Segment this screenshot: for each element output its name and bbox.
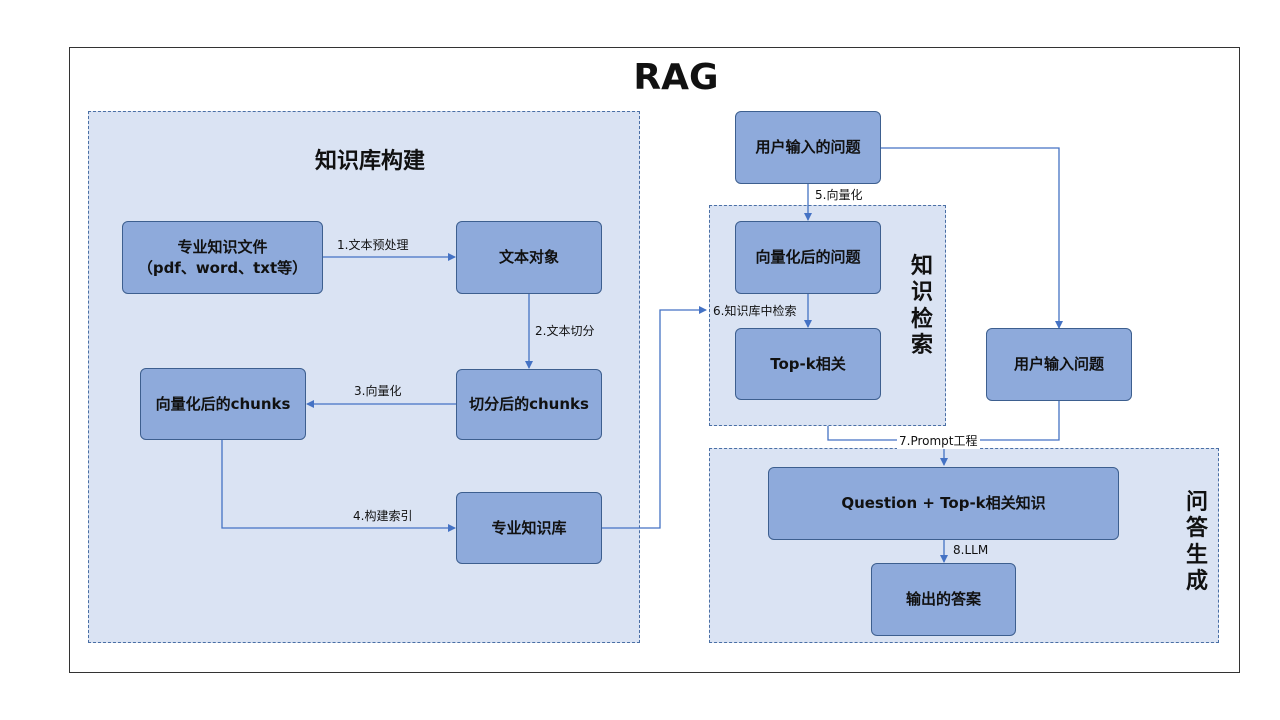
edge-label-1: 1.文本预处理 bbox=[337, 238, 409, 252]
node-text-object: 文本对象 bbox=[456, 221, 602, 294]
node-combined-prompt-label: Question + Top-k相关知识 bbox=[841, 494, 1046, 512]
node-vector-chunks-label: 向量化后的chunks bbox=[155, 394, 291, 413]
region-title-retrieval: 知识检索 bbox=[910, 254, 933, 359]
node-combined-prompt: Question + Top-k相关知识 bbox=[768, 467, 1119, 540]
node-split-chunks-label: 切分后的chunks bbox=[469, 395, 589, 413]
node-vector-question-label: 向量化后的问题 bbox=[755, 248, 861, 266]
edge-label-3: 3.向量化 bbox=[354, 384, 402, 398]
edge-label-2: 2.文本切分 bbox=[535, 324, 595, 338]
node-user-question-label: 用户输入的问题 bbox=[755, 138, 861, 156]
edge-label-6: 6.知识库中检索 bbox=[713, 304, 797, 318]
node-vector-chunks: 向量化后的chunks bbox=[140, 368, 306, 440]
region-title-knowledge-base: 知识库构建 bbox=[315, 149, 426, 174]
node-doc-files: 专业知识文件 （pdf、word、txt等） bbox=[122, 221, 323, 294]
node-answer: 输出的答案 bbox=[871, 563, 1016, 636]
node-doc-files-label: 专业知识文件 （pdf、word、txt等） bbox=[137, 237, 308, 277]
node-user-question-2: 用户输入问题 bbox=[986, 328, 1132, 401]
edge-label-7: 7.Prompt工程 bbox=[897, 432, 980, 449]
node-user-question-2-label: 用户输入问题 bbox=[1013, 355, 1104, 373]
node-topk-label: Top-k相关 bbox=[770, 354, 846, 373]
node-vector-question: 向量化后的问题 bbox=[735, 221, 881, 294]
node-knowledge-store-label: 专业知识库 bbox=[491, 518, 567, 537]
edge-label-4: 4.构建索引 bbox=[353, 509, 413, 523]
region-title-qa: 问答生成 bbox=[1185, 490, 1208, 595]
edge-label-8: 8.LLM bbox=[953, 543, 989, 557]
node-knowledge-store: 专业知识库 bbox=[456, 492, 602, 564]
node-split-chunks: 切分后的chunks bbox=[456, 369, 602, 440]
edge-label-5: 5.向量化 bbox=[815, 188, 863, 202]
node-answer-label: 输出的答案 bbox=[905, 590, 981, 608]
node-topk: Top-k相关 bbox=[735, 328, 881, 400]
diagram-title: RAG bbox=[633, 57, 719, 98]
node-user-question: 用户输入的问题 bbox=[735, 111, 881, 184]
node-text-object-label: 文本对象 bbox=[498, 248, 559, 266]
